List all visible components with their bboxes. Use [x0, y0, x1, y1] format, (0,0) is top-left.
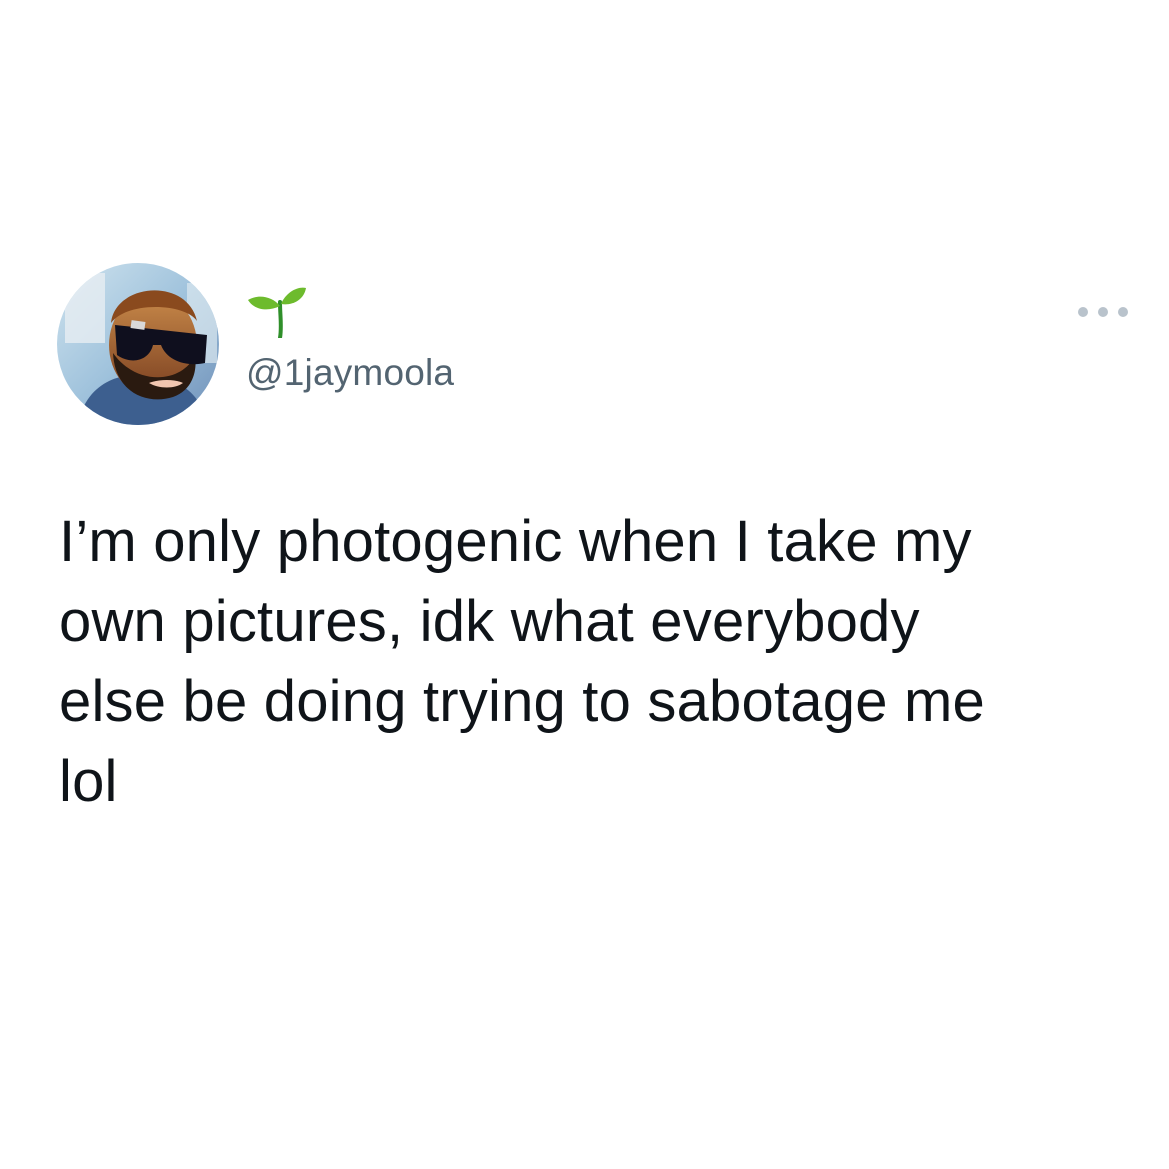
avatar-image [57, 263, 219, 425]
more-dot-icon [1078, 307, 1088, 317]
display-name[interactable] [246, 286, 306, 340]
tweet-text-line: else be doing trying to sabotage me [59, 669, 985, 734]
tweet-card: @1jaymoola I’m only photogenic when I ta… [0, 0, 1169, 1169]
tweet-text-line: I’m only photogenic when I take my [59, 509, 972, 574]
more-dot-icon [1098, 307, 1108, 317]
avatar[interactable] [57, 263, 219, 425]
tweet-text-line: lol [59, 749, 118, 814]
handle[interactable]: @1jaymoola [246, 350, 454, 396]
tweet-text: I’m only photogenic when I take my own p… [59, 502, 1119, 822]
seedling-icon [248, 287, 306, 340]
more-dot-icon [1118, 307, 1128, 317]
tweet-text-line: own pictures, idk what everybody [59, 589, 920, 654]
more-options-button[interactable] [1078, 300, 1128, 324]
